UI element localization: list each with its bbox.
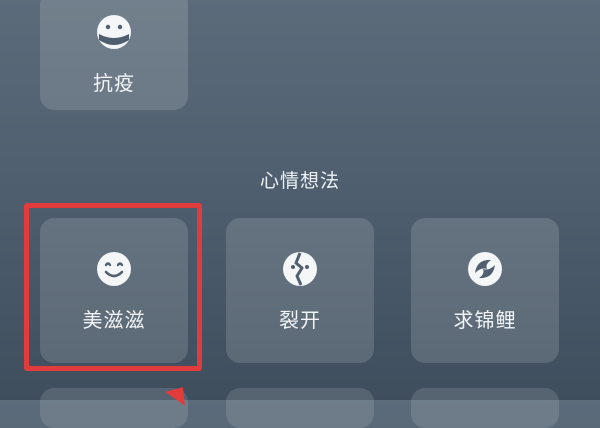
- mood-tile-koi[interactable]: 求锦鲤: [411, 218, 559, 363]
- partial-tile[interactable]: [226, 388, 374, 428]
- cracked-heart-icon: [279, 248, 321, 290]
- tile-label: 裂开: [279, 308, 321, 332]
- koi-fish-icon: [464, 248, 506, 290]
- mood-tile-anti-epidemic[interactable]: 抗疫: [40, 0, 188, 110]
- masked-face-icon: [93, 11, 135, 53]
- section-title: 心情想法: [259, 170, 340, 192]
- mood-tile-cracked[interactable]: 裂开: [226, 218, 374, 363]
- tile-label: 抗疫: [93, 70, 135, 95]
- highlight-box: [24, 203, 202, 371]
- partial-tile[interactable]: [40, 388, 188, 428]
- partial-tile[interactable]: [411, 388, 559, 428]
- tile-label: 求锦鲤: [453, 308, 517, 332]
